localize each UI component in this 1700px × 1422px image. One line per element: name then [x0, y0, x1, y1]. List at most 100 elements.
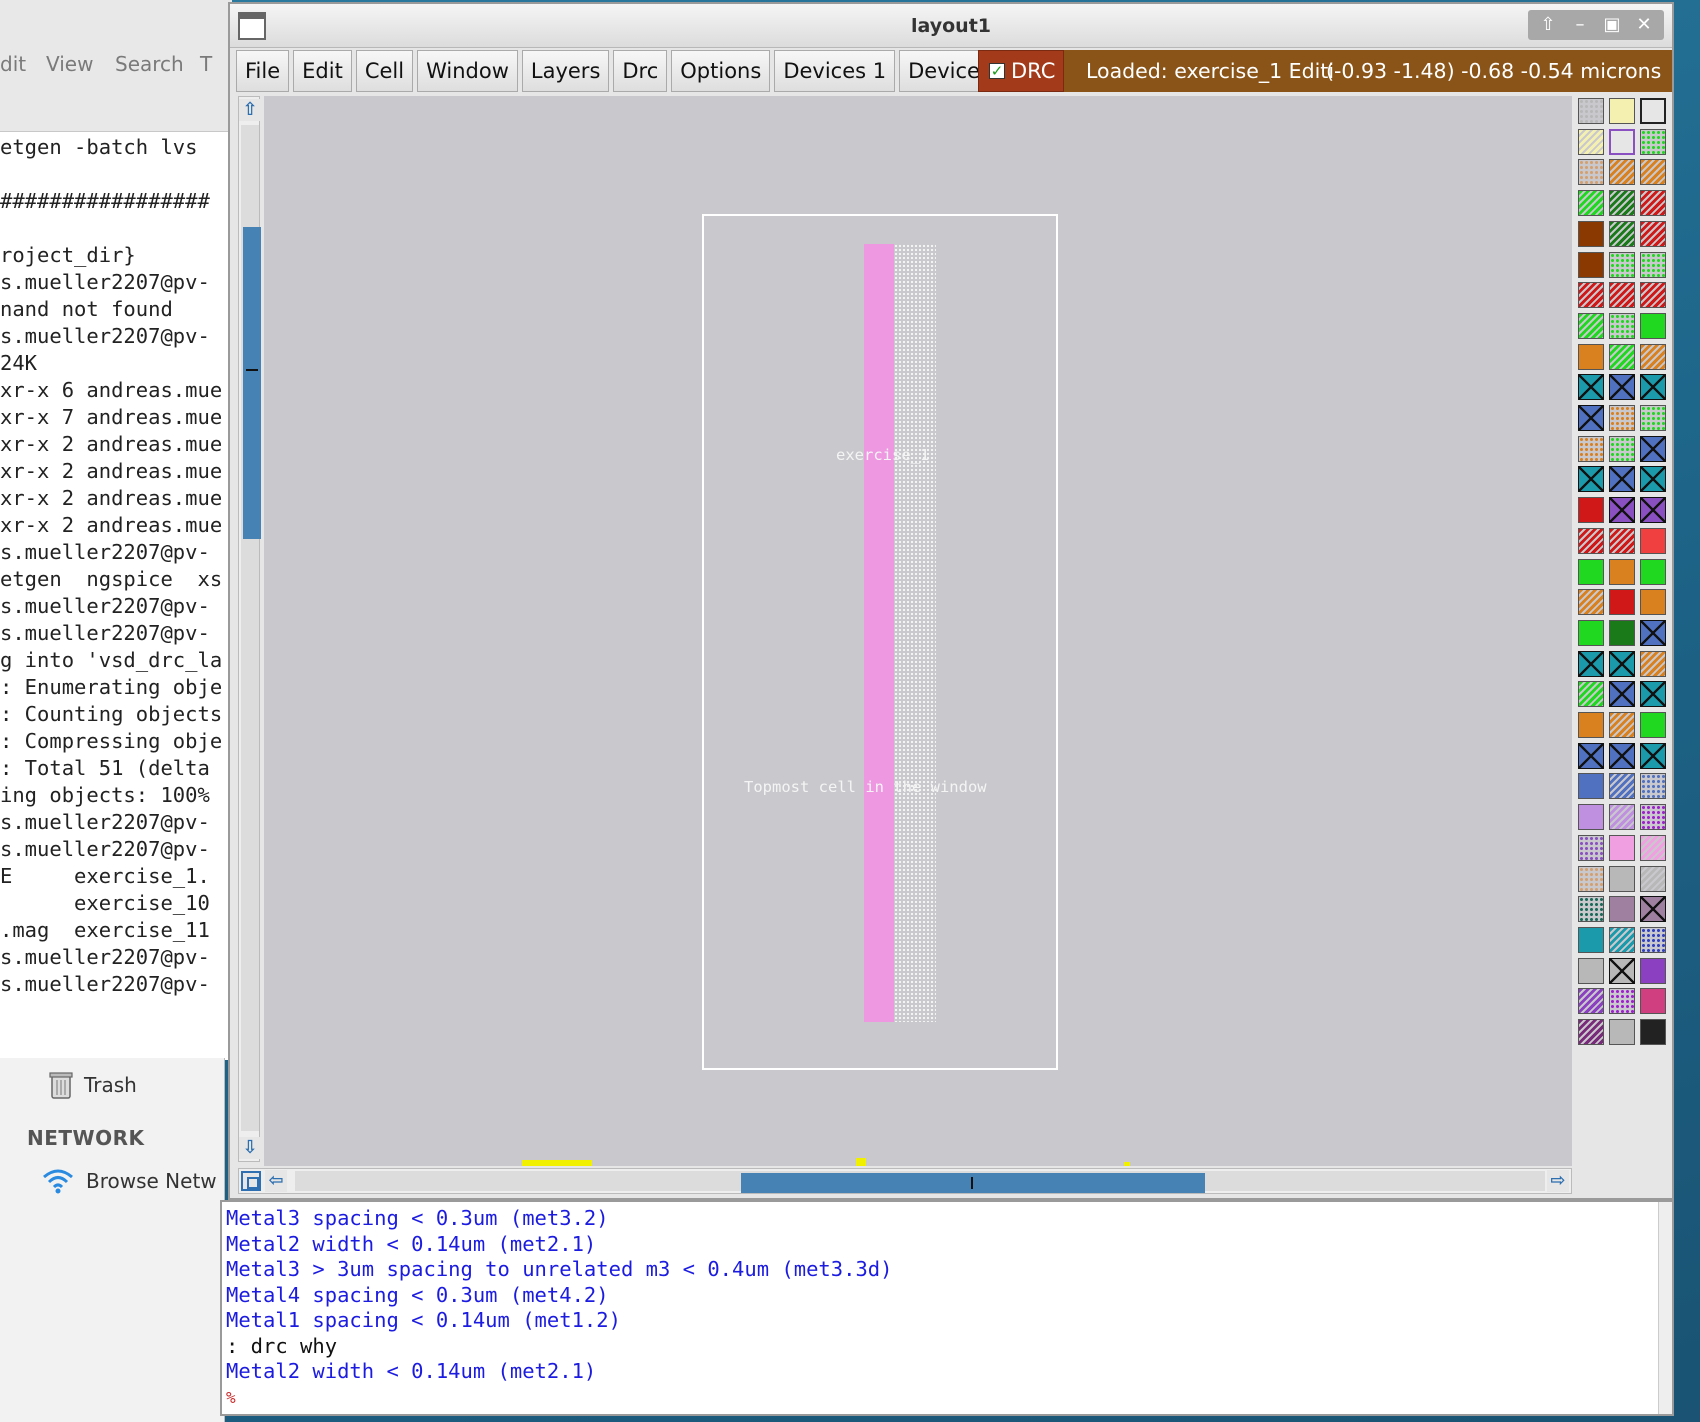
layer-swatch-dots-indigo[interactable]: [1640, 926, 1666, 953]
layer-swatch-solid-gray[interactable]: [1609, 1019, 1635, 1045]
layer-swatch-hatch-red[interactable]: [1609, 282, 1635, 309]
window-titlebar[interactable]: layout1 ⇧ – ▣ ✕: [230, 4, 1672, 48]
minimize-icon[interactable]: –: [1566, 12, 1594, 38]
layer-swatch-x-teal[interactable]: [1640, 742, 1666, 769]
layer-swatch-solid-gray[interactable]: [1578, 957, 1604, 984]
layer-swatch-solid-darkgreen[interactable]: [1609, 619, 1635, 646]
layer-swatch-x-blue[interactable]: [1609, 374, 1635, 401]
layer-swatch-hatch-plum[interactable]: [1578, 1019, 1604, 1045]
layer-swatch-hatch-pale[interactable]: [1578, 128, 1604, 155]
layer-swatch-solid-red[interactable]: [1609, 589, 1635, 616]
layer-swatch-hatch-orange[interactable]: [1640, 159, 1666, 186]
layer-swatch-hatch-red[interactable]: [1609, 527, 1635, 554]
layer-swatch-hatch-red[interactable]: [1640, 190, 1666, 217]
layer-swatch-dots-gray[interactable]: [1578, 98, 1604, 124]
layer-swatch-dots-blue[interactable]: [1640, 773, 1666, 800]
layer-swatch-solid-black[interactable]: [1640, 1019, 1666, 1045]
layer-swatch-solid-green[interactable]: [1640, 312, 1666, 339]
layer-swatch-solid-orange[interactable]: [1640, 589, 1666, 616]
layer-swatch-hatch-green[interactable]: [1578, 312, 1604, 339]
layer-swatch-x-teal[interactable]: [1578, 374, 1604, 401]
layer-swatch-hatch-orange[interactable]: [1609, 712, 1635, 738]
layer-swatch-dots-tan[interactable]: [1578, 159, 1604, 186]
scroll-left-icon[interactable]: ⇦: [265, 1170, 287, 1192]
close-icon[interactable]: ✕: [1630, 12, 1658, 38]
layer-swatch-hatch-green[interactable]: [1578, 190, 1604, 217]
menu-cell[interactable]: Cell: [355, 50, 414, 92]
layer-swatch-x-teal[interactable]: [1578, 466, 1604, 493]
sidebar-item-trash[interactable]: Trash: [48, 1070, 137, 1100]
layer-swatch-dots-tan[interactable]: [1578, 865, 1604, 892]
layer-swatch-x-teal[interactable]: [1609, 650, 1635, 677]
layer-swatch-dots-magenta[interactable]: [1640, 804, 1666, 831]
layer-swatch-dots-orange[interactable]: [1578, 435, 1604, 462]
layer-swatch-dots-green[interactable]: [1640, 405, 1666, 431]
horizontal-scrollbar[interactable]: ⇦ ⇨: [238, 1168, 1572, 1194]
layer-swatch-solid-red[interactable]: [1578, 497, 1604, 524]
layer-swatch-x-blue[interactable]: [1640, 619, 1666, 646]
terminal-menu-search[interactable]: Search: [115, 52, 184, 76]
layer-swatch-solid-pale[interactable]: [1609, 98, 1635, 124]
layer-swatch-x-blue[interactable]: [1640, 435, 1666, 462]
vertical-scrollbar[interactable]: ⇧ ⇩: [238, 96, 261, 1162]
horizontal-scroll-thumb[interactable]: [741, 1173, 1205, 1193]
layer-swatch-x-blue[interactable]: [1609, 742, 1635, 769]
menu-window[interactable]: Window: [417, 50, 518, 92]
layer-swatch-outline-black[interactable]: [1640, 98, 1666, 124]
menu-layers[interactable]: Layers: [521, 50, 610, 92]
layer-swatch-x-mauve[interactable]: [1640, 896, 1666, 923]
layer-swatch-solid-green[interactable]: [1640, 558, 1666, 585]
zoom-box-icon[interactable]: [241, 1171, 261, 1191]
layer-swatch-hatch-orange[interactable]: [1640, 343, 1666, 370]
layer-swatch-x-blue[interactable]: [1609, 466, 1635, 493]
layer-swatch-dots-green[interactable]: [1609, 435, 1635, 462]
layer-swatch-dots-orange[interactable]: [1609, 405, 1635, 431]
scroll-down-icon[interactable]: ⇩: [239, 1137, 261, 1159]
terminal-menu-terminal[interactable]: T: [200, 52, 212, 76]
layer-swatch-hatch-green[interactable]: [1578, 681, 1604, 708]
layer-swatch-hatch-red[interactable]: [1578, 527, 1604, 554]
layer-swatch-hatch-blue[interactable]: [1609, 773, 1635, 800]
layer-swatch-solid-green[interactable]: [1578, 619, 1604, 646]
layer-swatch-x-teal[interactable]: [1640, 374, 1666, 401]
layer-swatch-dots-green[interactable]: [1609, 251, 1635, 278]
layer-swatch-solid-orange[interactable]: [1578, 343, 1604, 370]
layer-swatch-x-purple[interactable]: [1609, 497, 1635, 524]
layer-swatch-dots-darkteal[interactable]: [1578, 896, 1604, 923]
layer-swatch-solid-teal[interactable]: [1578, 926, 1604, 953]
layout-window[interactable]: layout1 ⇧ – ▣ ✕ File Edit Cell Window La…: [228, 2, 1674, 1200]
layer-swatch-dots-green[interactable]: [1640, 128, 1666, 155]
menu-drc[interactable]: Drc: [613, 50, 668, 92]
layer-swatch-hatch-red[interactable]: [1640, 220, 1666, 247]
layer-swatch-solid-blue[interactable]: [1578, 773, 1604, 800]
layer-swatch-hatch-orange[interactable]: [1609, 159, 1635, 186]
layer-swatch-hatch-orange[interactable]: [1578, 589, 1604, 616]
terminal-menu-edit[interactable]: dit: [0, 52, 26, 76]
layer-swatch-x-gray[interactable]: [1609, 957, 1635, 984]
layer-swatch-dots-magenta[interactable]: [1609, 988, 1635, 1015]
menu-options[interactable]: Options: [671, 50, 771, 92]
layer-swatch-x-blue[interactable]: [1578, 742, 1604, 769]
layer-swatch-solid-violet[interactable]: [1640, 957, 1666, 984]
layer-swatch-hatch-red[interactable]: [1578, 282, 1604, 309]
layer-swatch-solid-brown[interactable]: [1578, 251, 1604, 278]
menu-devices-1[interactable]: Devices 1: [774, 50, 896, 92]
menu-edit[interactable]: Edit: [293, 50, 352, 92]
scroll-up-icon[interactable]: ⇧: [239, 99, 261, 121]
layer-swatch-solid-green[interactable]: [1640, 712, 1666, 738]
layer-swatch-hatch-orange[interactable]: [1640, 650, 1666, 677]
layer-swatch-solid-gray[interactable]: [1609, 865, 1635, 892]
layer-swatch-x-teal[interactable]: [1640, 466, 1666, 493]
layer-swatch-x-blue[interactable]: [1609, 681, 1635, 708]
layer-swatch-hatch-teal[interactable]: [1609, 926, 1635, 953]
terminal-menu-view[interactable]: View: [46, 52, 93, 76]
console-scrollbar[interactable]: [1658, 1202, 1672, 1414]
layer-swatch-solid-pink[interactable]: [1609, 834, 1635, 861]
layer-swatch-x-teal[interactable]: [1578, 650, 1604, 677]
layer-swatch-solid-lavender[interactable]: [1578, 804, 1604, 831]
vertical-scroll-trough[interactable]: [241, 125, 261, 1131]
layer-swatch-outline-purple[interactable]: [1609, 128, 1635, 155]
menu-file[interactable]: File: [236, 50, 290, 92]
keep-above-icon[interactable]: ⇧: [1534, 12, 1562, 38]
tcl-console[interactable]: Metal3 spacing < 0.3um (met3.2) Metal2 wi…: [220, 1200, 1674, 1416]
